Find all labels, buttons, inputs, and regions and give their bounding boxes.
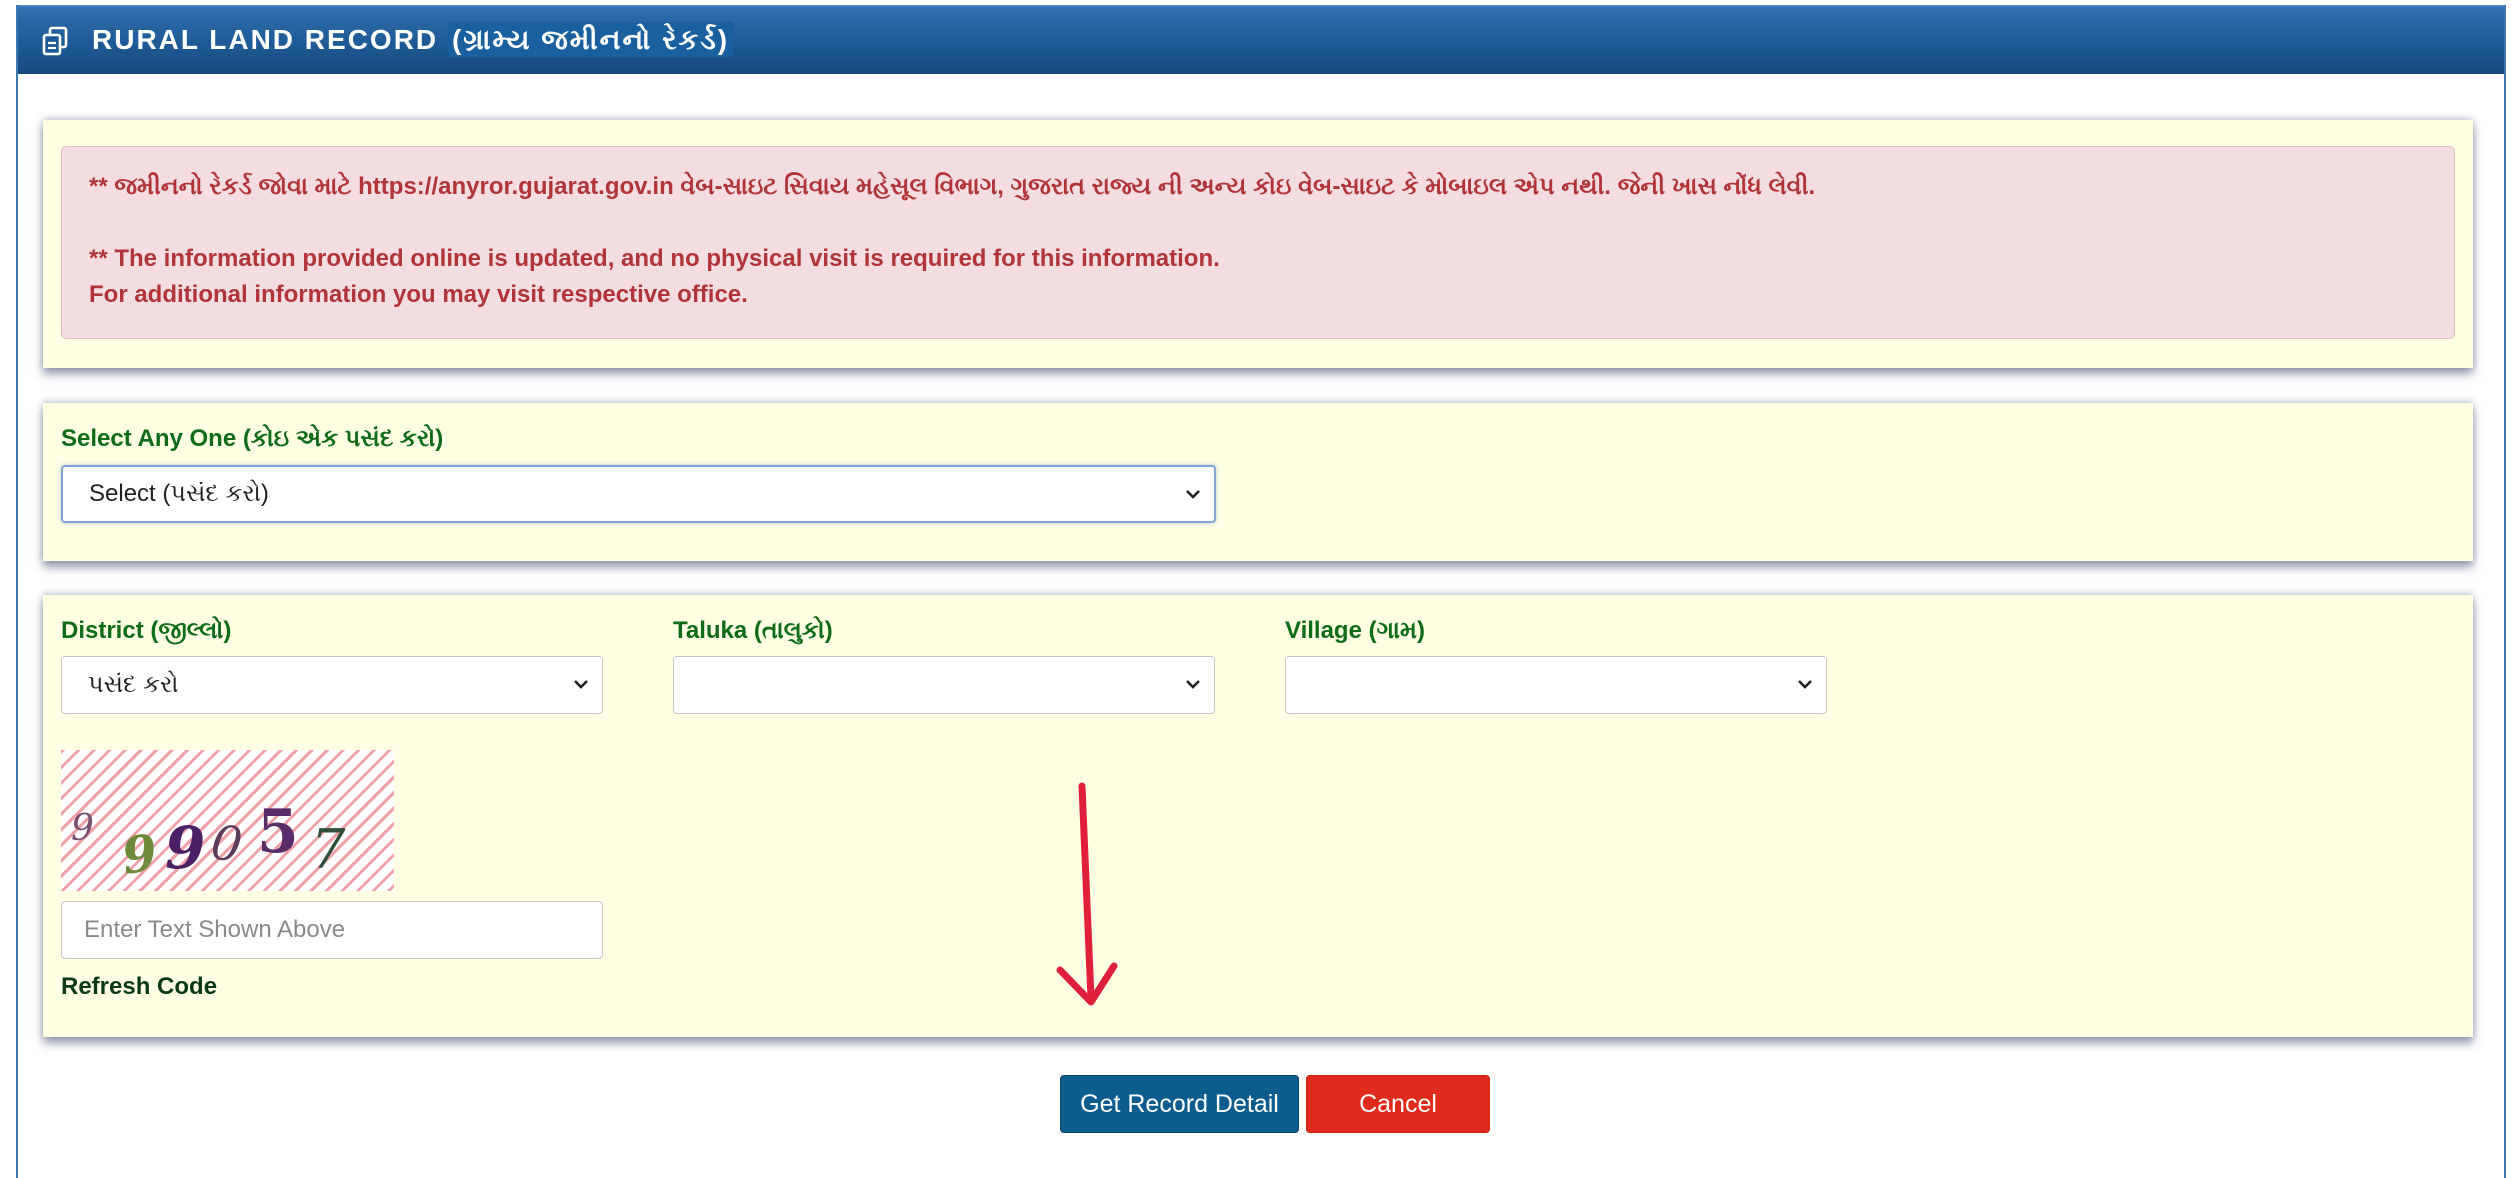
info-alert: ** જમીનનો રેકર્ડ જોવા માટે https://anyro… xyxy=(61,146,2455,339)
captcha-digit-1: 9 xyxy=(71,808,94,849)
copy-icon xyxy=(40,25,72,57)
notice-panel: ** જમીનનો રેકર્ડ જોવા માટે https://anyro… xyxy=(43,120,2473,368)
taluka-label: Taluka (તાલુકો) xyxy=(673,617,833,644)
page-header: RURAL LAND RECORD (ગ્રામ્ય જમીનનો રેકર્ડ… xyxy=(18,5,2504,74)
captcha-digit-2: 9 xyxy=(118,822,161,885)
get-record-detail-button[interactable]: Get Record Detail xyxy=(1060,1075,1299,1133)
chevron-down-icon xyxy=(1186,680,1200,689)
page-title-en: RURAL LAND RECORD xyxy=(92,24,439,55)
select-any-label: Select Any One (કોઇ એક પસંદ કરો) xyxy=(61,425,444,452)
captcha-digit-5: 5 xyxy=(257,797,299,867)
select-type-panel: Select Any One (કોઇ એક પસંદ કરો) Select … xyxy=(43,403,2473,561)
chevron-down-icon xyxy=(574,680,588,689)
captcha-digit-3: 9 xyxy=(165,814,205,882)
page-title: RURAL LAND RECORD (ગ્રામ્ય જમીનનો રેકર્ડ… xyxy=(92,22,734,57)
district-label: District (જીલ્લો) xyxy=(61,617,232,644)
captcha-digit-4: 0 xyxy=(208,814,246,874)
village-label: Village (ગામ) xyxy=(1285,617,1425,644)
village-dropdown[interactable] xyxy=(1285,656,1827,714)
refresh-code-link[interactable]: Refresh Code xyxy=(61,973,217,1001)
alert-line-gujarati: ** જમીનનો રેકર્ડ જોવા માટે https://anyro… xyxy=(89,173,1816,200)
district-dropdown[interactable]: પસંદ કરો xyxy=(61,656,603,714)
district-value: પસંદ કરો xyxy=(88,671,179,698)
location-form-panel: District (જીલ્લો) પસંદ કરો Taluka (તાલુક… xyxy=(43,595,2473,1037)
captcha-digit-6: 7 xyxy=(311,818,346,881)
alert-line-online: ** The information provided online is up… xyxy=(89,245,1220,272)
page-container: RURAL LAND RECORD (ગ્રામ્ય જમીનનો રેકર્ડ… xyxy=(16,5,2506,1178)
captcha-input[interactable] xyxy=(61,901,603,959)
cancel-button[interactable]: Cancel xyxy=(1306,1075,1490,1133)
select-any-dropdown[interactable]: Select (પસંદ કરો) xyxy=(61,465,1216,523)
chevron-down-icon xyxy=(1186,490,1200,499)
alert-line-office: For additional information you may visit… xyxy=(89,281,748,308)
select-any-value: Select (પસંદ કરો) xyxy=(89,480,269,507)
page-title-gu: (ગ્રામ્ય જમીનનો રેકર્ડ) xyxy=(447,22,734,57)
captcha-image: 9 9 9 0 5 7 xyxy=(61,750,394,891)
annotation-arrow-icon xyxy=(1056,782,1118,1006)
chevron-down-icon xyxy=(1798,680,1812,689)
taluka-dropdown[interactable] xyxy=(673,656,1215,714)
